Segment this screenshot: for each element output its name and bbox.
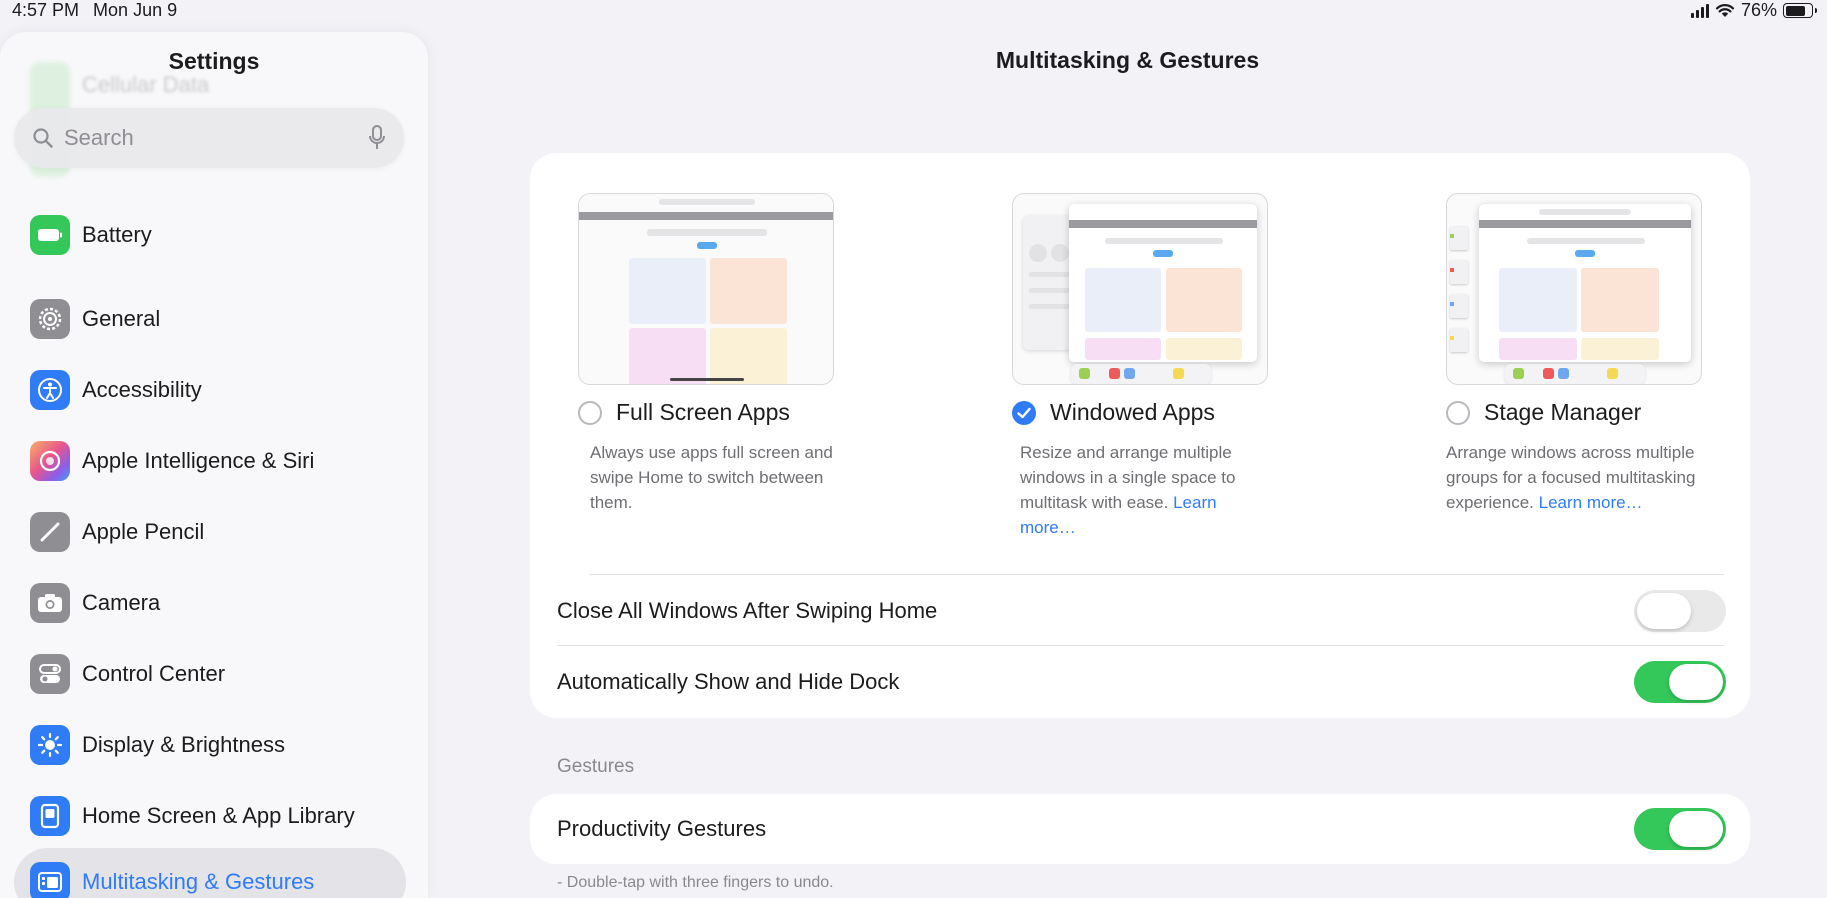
gestures-footnote: - Double-tap with three fingers to undo.: [557, 874, 834, 891]
sidebar-item-label: Battery: [82, 222, 152, 247]
siri-icon: [30, 441, 70, 481]
status-date: Mon Jun 9: [93, 0, 178, 20]
option-label: Windowed Apps: [1050, 399, 1215, 425]
sidebar-item-label: General: [82, 306, 161, 331]
sidebar-item-camera[interactable]: Camera: [30, 581, 160, 625]
sidebar-item-general[interactable]: General: [30, 297, 160, 341]
auto-show-hide-dock-row: Automatically Show and Hide Dock: [557, 647, 1726, 717]
camera-icon: [30, 583, 70, 623]
windowed-apps-radio[interactable]: [1012, 400, 1036, 425]
search-icon: [33, 128, 53, 148]
productivity-gestures-row: Productivity Gestures: [557, 794, 1726, 864]
sidebar-item-label: Display & Brightness: [82, 732, 285, 757]
row-label: Close All Windows After Swiping Home: [557, 598, 938, 623]
page-title: Multitasking & Gestures: [995, 47, 1260, 73]
sidebar-item-label: Apple Pencil: [82, 519, 205, 544]
learn-more-link[interactable]: Learn more…: [1539, 493, 1643, 512]
full-screen-apps-preview[interactable]: [578, 193, 834, 385]
gestures-card: Productivity Gestures: [530, 794, 1750, 864]
row-label: Productivity Gestures: [557, 816, 767, 841]
option-windowed-apps[interactable]: Windowed Apps Resize and arrange multipl…: [1012, 193, 1412, 540]
sidebar: Cellular Data Settings Search Battery Ge…: [0, 32, 428, 898]
full-screen-apps-radio[interactable]: [578, 400, 602, 425]
search-bar[interactable]: Search: [14, 108, 404, 168]
multitasking-icon: [30, 862, 70, 898]
sidebar-item-control-center[interactable]: Control Center: [30, 652, 225, 696]
productivity-gestures-toggle[interactable]: [1634, 808, 1726, 850]
option-stage-manager[interactable]: Stage Manager Arrange windows across mul…: [1446, 193, 1827, 515]
option-label: Stage Manager: [1484, 399, 1642, 425]
status-bar: 4:57 PM Mon Jun 9 76%: [0, 0, 1827, 22]
sidebar-item-multitasking-gestures[interactable]: Multitasking & Gestures: [14, 848, 406, 898]
option-description: Always use apps full screen and swipe Ho…: [590, 443, 833, 512]
cellular-signal-icon: [1690, 3, 1709, 18]
wifi-icon: [1715, 4, 1735, 17]
option-label: Full Screen Apps: [616, 399, 790, 425]
checkmark-icon: [1017, 407, 1031, 418]
sun-icon: [30, 725, 70, 765]
option-full-screen-apps[interactable]: Full Screen Apps Always use apps full sc…: [578, 193, 978, 515]
sidebar-item-apple-intelligence-siri[interactable]: Apple Intelligence & Siri: [30, 439, 314, 483]
battery-icon: [30, 215, 70, 255]
auto-show-hide-dock-toggle[interactable]: [1634, 661, 1726, 703]
close-all-windows-toggle[interactable]: [1634, 590, 1726, 632]
battery-percent: 76%: [1740, 0, 1777, 20]
sidebar-item-home-screen[interactable]: Home Screen & App Library: [30, 794, 355, 838]
sidebar-item-display-brightness[interactable]: Display & Brightness: [30, 723, 285, 767]
option-description: Resize and arrange multiple windows in a…: [1020, 443, 1236, 537]
toggles-icon: [30, 654, 70, 694]
option-description: Arrange windows across multiple groups f…: [1446, 443, 1696, 512]
status-time: 4:57 PM: [12, 0, 80, 20]
sidebar-item-label: Multitasking & Gestures: [82, 869, 315, 894]
close-all-windows-row: Close All Windows After Swiping Home: [557, 576, 1726, 646]
sidebar-item-label: Camera: [82, 590, 161, 615]
gestures-section-header: Gestures: [557, 756, 635, 777]
sidebar-item-label: Apple Intelligence & Siri: [82, 448, 315, 473]
sidebar-item-accessibility[interactable]: Accessibility: [30, 368, 202, 412]
pencil-icon: [30, 512, 70, 552]
sidebar-item-label: Home Screen & App Library: [82, 803, 355, 828]
microphone-icon[interactable]: [368, 125, 386, 151]
windowed-apps-preview[interactable]: [1012, 193, 1268, 385]
sidebar-item-label: Control Center: [82, 661, 226, 686]
scrolled-item-ghost-label: Cellular Data: [82, 72, 210, 97]
search-input[interactable]: Search: [64, 125, 368, 151]
accessibility-icon: [30, 370, 70, 410]
stage-manager-radio[interactable]: [1446, 400, 1470, 425]
divider: [557, 645, 1724, 646]
sidebar-item-label: Accessibility: [82, 377, 202, 402]
sidebar-item-apple-pencil[interactable]: Apple Pencil: [30, 510, 204, 554]
home-screen-icon: [30, 796, 70, 836]
stage-manager-preview[interactable]: [1446, 193, 1702, 385]
gear-icon: [30, 299, 70, 339]
divider: [590, 574, 1724, 575]
battery-status-icon: [1783, 3, 1817, 18]
row-label: Automatically Show and Hide Dock: [557, 669, 900, 694]
sidebar-item-battery[interactable]: Battery: [30, 213, 152, 257]
multitasking-options-card: Full Screen Apps Always use apps full sc…: [530, 153, 1750, 718]
